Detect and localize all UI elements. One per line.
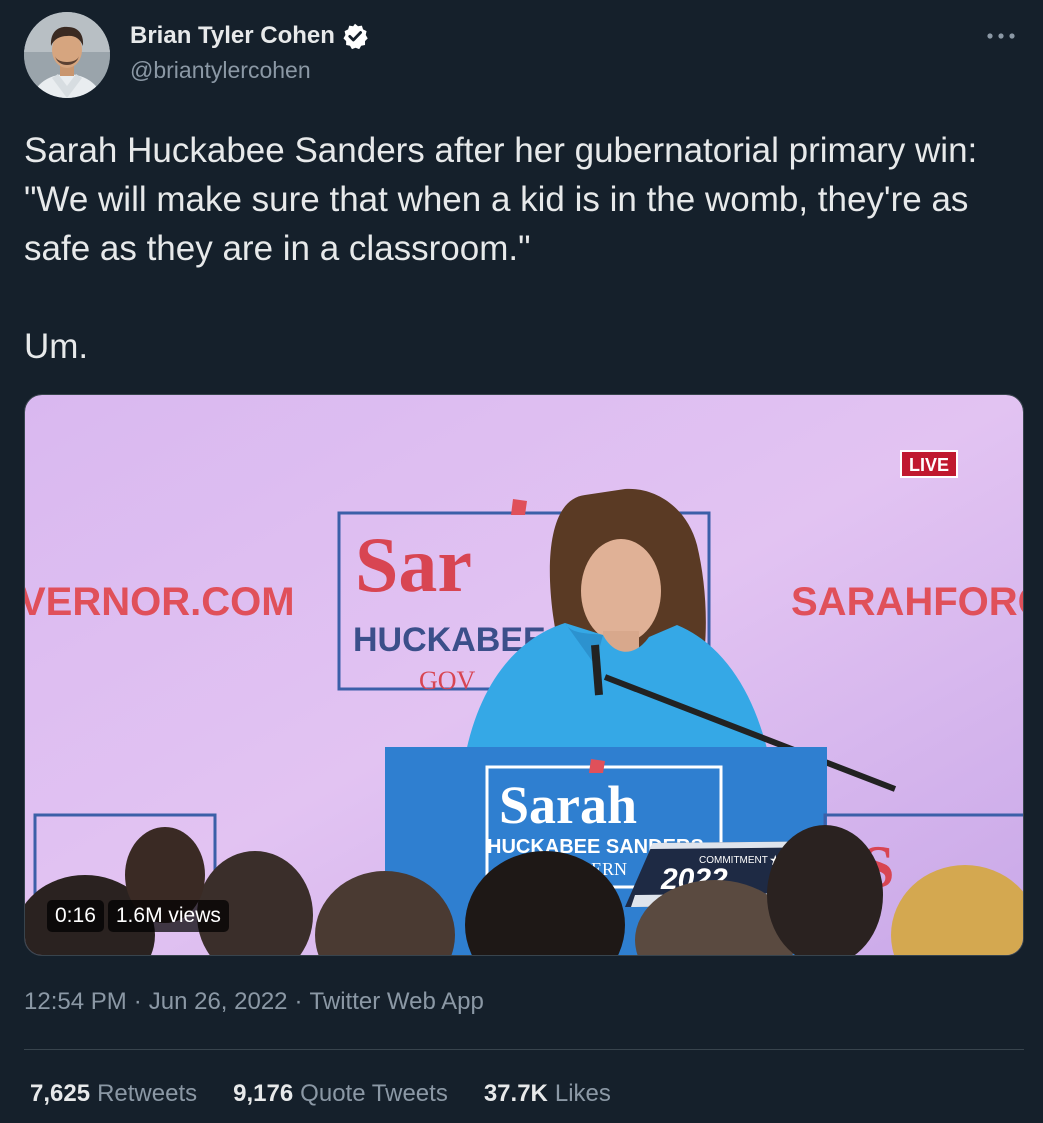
video-frame: LIVE VERNOR.COM SARAHFORGO Sar HUCKABEE …	[25, 395, 1024, 955]
author-name-row: Brian Tyler Cohen	[130, 22, 369, 50]
avatar[interactable]	[24, 12, 110, 98]
verified-badge-icon	[341, 22, 369, 50]
retweets-label: Retweets	[97, 1080, 198, 1107]
likes-stat[interactable]: 37.7K Likes	[484, 1080, 611, 1108]
tweet-time[interactable]: 12:54 PM	[24, 988, 127, 1016]
podium-name-text: Sarah	[499, 775, 637, 835]
retweets-count: 7,625	[30, 1080, 91, 1107]
sign-main-text: Sar	[355, 521, 472, 608]
more-horizontal-icon[interactable]	[983, 18, 1019, 54]
meta-separator: ·	[294, 988, 303, 1015]
author-info: Brian Tyler Cohen @briantylercohen	[130, 22, 369, 84]
video-player[interactable]: LIVE VERNOR.COM SARAHFORGO Sar HUCKABEE …	[24, 394, 1024, 956]
author-handle[interactable]: @briantylercohen	[130, 57, 369, 84]
quote-tweets-count: 9,176	[233, 1080, 294, 1107]
tweet-stats: 7,625 Retweets 9,176 Quote Tweets 37.7K …	[30, 1080, 647, 1108]
retweets-stat[interactable]: 7,625 Retweets	[30, 1080, 197, 1108]
author-name[interactable]: Brian Tyler Cohen	[130, 22, 335, 50]
video-views: 1.6M views	[107, 900, 229, 932]
tweet-date[interactable]: Jun 26, 2022	[149, 988, 288, 1016]
right-banner-text: SARAHFORGO	[791, 580, 1024, 624]
sign-gov-text: GOV	[419, 666, 476, 695]
tweet-text: Sarah Huckabee Sanders after her guberna…	[24, 131, 978, 366]
divider	[24, 1049, 1024, 1050]
meta-separator: ·	[133, 988, 142, 1015]
quote-tweets-stat[interactable]: 9,176 Quote Tweets	[233, 1080, 448, 1108]
tweet-header: Brian Tyler Cohen @briantylercohen	[24, 12, 1019, 98]
quote-tweets-label: Quote Tweets	[300, 1080, 448, 1107]
left-banner-text: VERNOR.COM	[25, 580, 295, 624]
likes-count: 37.7K	[483, 1080, 548, 1107]
tweet-source[interactable]: Twitter Web App	[310, 988, 484, 1016]
video-info-badges: 0:16 1.6M views	[47, 900, 229, 932]
likes-label: Likes	[554, 1080, 611, 1107]
tweet-meta: 12:54 PM · Jun 26, 2022 · Twitter Web Ap…	[24, 988, 484, 1016]
video-duration: 0:16	[47, 900, 104, 932]
live-badge: LIVE	[909, 455, 949, 475]
